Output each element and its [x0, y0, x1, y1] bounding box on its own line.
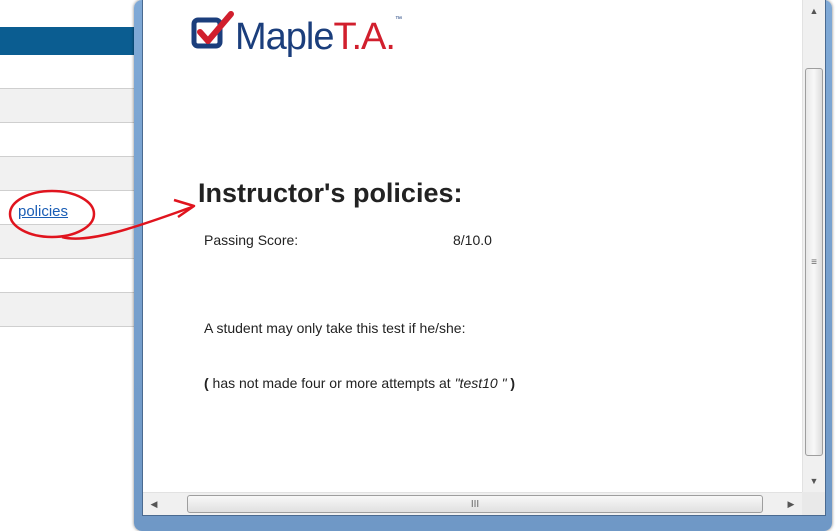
scroll-left-arrow-icon[interactable]: ◀ — [143, 493, 165, 515]
eligibility-condition: ( has not made four or more attempts at … — [204, 375, 515, 391]
table-row — [0, 225, 142, 259]
vertical-scrollbar[interactable]: ▲ ≡ ▼ — [802, 0, 825, 492]
scroll-right-arrow-icon[interactable]: ▶ — [780, 493, 802, 515]
table-row — [0, 123, 142, 157]
popup-window: MapleT.A.™ Instructor's policies: Passin… — [134, 0, 832, 531]
scrollbar-corner — [802, 492, 825, 515]
vertical-scroll-thumb[interactable]: ≡ — [805, 68, 823, 456]
page-title: Instructor's policies: — [198, 178, 463, 208]
scroll-grip-icon: ≡ — [811, 256, 817, 268]
logo-trademark: ™ — [394, 16, 402, 23]
table-row — [0, 89, 142, 123]
popup-client-area: MapleT.A.™ Instructor's policies: Passin… — [142, 0, 826, 516]
logo-name: Maple — [235, 16, 334, 58]
table-header-bar — [0, 27, 142, 55]
condition-test-name: "test10 " — [454, 375, 507, 391]
table-row — [0, 293, 142, 327]
maple-ta-logo-text: MapleT.A.™ — [235, 16, 402, 59]
scroll-down-arrow-icon[interactable]: ▼ — [803, 470, 825, 492]
passing-score-value: 8/10.0 — [453, 232, 492, 248]
horizontal-scrollbar[interactable]: ◀ III ▶ — [143, 492, 802, 515]
scroll-up-arrow-icon[interactable]: ▲ — [803, 0, 825, 22]
eligibility-intro: A student may only take this test if he/… — [204, 320, 466, 336]
horizontal-scroll-grip-icon: III — [470, 498, 480, 510]
policies-link[interactable]: policies — [18, 203, 68, 220]
table-row — [0, 55, 142, 89]
horizontal-scroll-thumb[interactable]: III — [187, 495, 763, 513]
condition-text: has not made four or more attempts at — [208, 375, 455, 391]
condition-close-paren: ) — [506, 375, 516, 391]
table-row — [0, 259, 142, 293]
popup-content: MapleT.A.™ Instructor's policies: Passin… — [143, 0, 802, 492]
table-row — [0, 157, 142, 191]
logo-suffix: T.A. — [333, 16, 396, 58]
passing-score-label: Passing Score: — [204, 232, 299, 248]
maple-checkmark-logo-icon — [191, 11, 234, 49]
